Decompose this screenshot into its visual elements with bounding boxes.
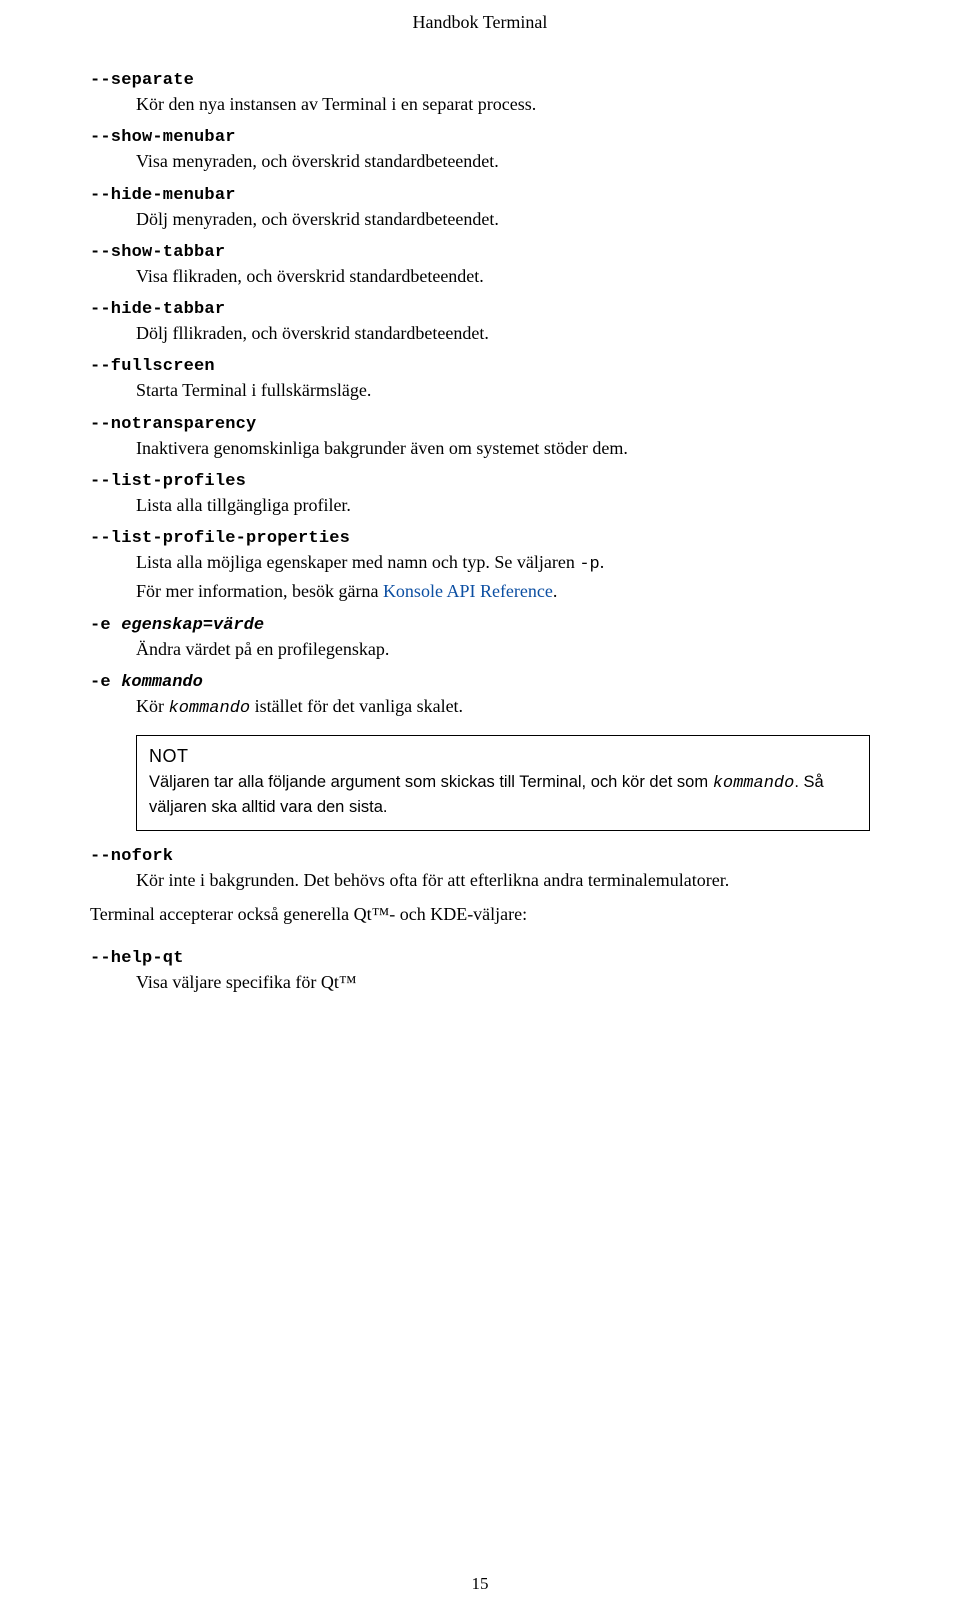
option-description: Kör den nya instansen av Terminal i en s… [136, 92, 870, 116]
option-name: --fullscreen [90, 357, 215, 376]
option-description: För mer information, besök gärna Konsole… [136, 579, 870, 603]
page-number: 15 [0, 1574, 960, 1594]
note-box: NOT Väljaren tar alla följande argument … [136, 735, 870, 831]
text: Väljaren tar alla följande argument som … [149, 773, 713, 791]
option-list-profile-properties: --list-profile-properties Lista alla möj… [90, 529, 870, 603]
inline-code: kommando [169, 699, 251, 718]
option-description: Dölj fllikraden, och överskrid standardb… [136, 321, 870, 345]
option-description: Visa väljare specifika för Qt™ [136, 970, 870, 994]
option-name: --show-menubar [90, 128, 236, 147]
option-name: --hide-tabbar [90, 300, 225, 319]
option-description: Ändra värdet på en profilegenskap. [136, 637, 870, 661]
option-nofork: --nofork Kör inte i bakgrunden. Det behö… [90, 847, 870, 892]
generic-options-paragraph: Terminal accepterar också generella Qt™-… [90, 904, 870, 925]
page: Handbok Terminal --separate Kör den nya … [0, 0, 960, 1622]
option-show-tabbar: --show-tabbar Visa flikraden, och översk… [90, 243, 870, 288]
note-body: Väljaren tar alla följande argument som … [149, 771, 857, 818]
option-description: Lista alla möjliga egenskaper med namn o… [136, 550, 870, 577]
option-hide-tabbar: --hide-tabbar Dölj fllikraden, och övers… [90, 300, 870, 345]
option-list-profiles: --list-profiles Lista alla tillgängliga … [90, 472, 870, 517]
option-name: --show-tabbar [90, 243, 225, 262]
inline-option: -p [579, 555, 599, 574]
inline-code: kommando [713, 774, 795, 793]
option-name: --help-qt [90, 949, 184, 968]
option-name: --notransparency [90, 415, 256, 434]
option-name: -e [90, 616, 121, 635]
text: . [600, 552, 605, 572]
option-hide-menubar: --hide-menubar Dölj menyraden, och övers… [90, 186, 870, 231]
option-arg: kommando [121, 673, 203, 692]
text: . [553, 581, 558, 601]
option-description: Visa flikraden, och överskrid standardbe… [136, 264, 870, 288]
text: Kör [136, 696, 169, 716]
option-name: --list-profile-properties [90, 529, 350, 548]
option-fullscreen: --fullscreen Starta Terminal i fullskärm… [90, 357, 870, 402]
option-show-menubar: --show-menubar Visa menyraden, och övers… [90, 128, 870, 173]
option-arg: egenskap=värde [121, 616, 264, 635]
text: Lista alla möjliga egenskaper med namn o… [136, 552, 579, 572]
option-description: Starta Terminal i fullskärmsläge. [136, 378, 870, 402]
option-name: -e [90, 673, 121, 692]
option-notransparency: --notransparency Inaktivera genomskinlig… [90, 415, 870, 460]
option-name: --hide-menubar [90, 186, 236, 205]
text: istället för det vanliga skalet. [250, 696, 463, 716]
option-description: Dölj menyraden, och överskrid standardbe… [136, 207, 870, 231]
option-e-property: -e egenskap=värde Ändra värdet på en pro… [90, 616, 870, 661]
note-title: NOT [149, 746, 857, 767]
option-help-qt: --help-qt Visa väljare specifika för Qt™ [90, 949, 870, 994]
option-description: Kör inte i bakgrunden. Det behövs ofta f… [136, 868, 870, 892]
page-title: Handbok Terminal [90, 12, 870, 33]
text: För mer information, besök gärna [136, 581, 383, 601]
option-e-command: -e kommando Kör kommando istället för de… [90, 673, 870, 831]
option-separate: --separate Kör den nya instansen av Term… [90, 71, 870, 116]
option-name: --list-profiles [90, 472, 246, 491]
option-description: Lista alla tillgängliga profiler. [136, 493, 870, 517]
konsole-api-link[interactable]: Konsole API Reference [383, 581, 553, 601]
option-description: Visa menyraden, och överskrid standardbe… [136, 149, 870, 173]
option-name: --separate [90, 71, 194, 90]
option-name: --nofork [90, 847, 173, 866]
option-description: Kör kommando istället för det vanliga sk… [136, 694, 870, 721]
option-description: Inaktivera genomskinliga bakgrunder även… [136, 436, 870, 460]
